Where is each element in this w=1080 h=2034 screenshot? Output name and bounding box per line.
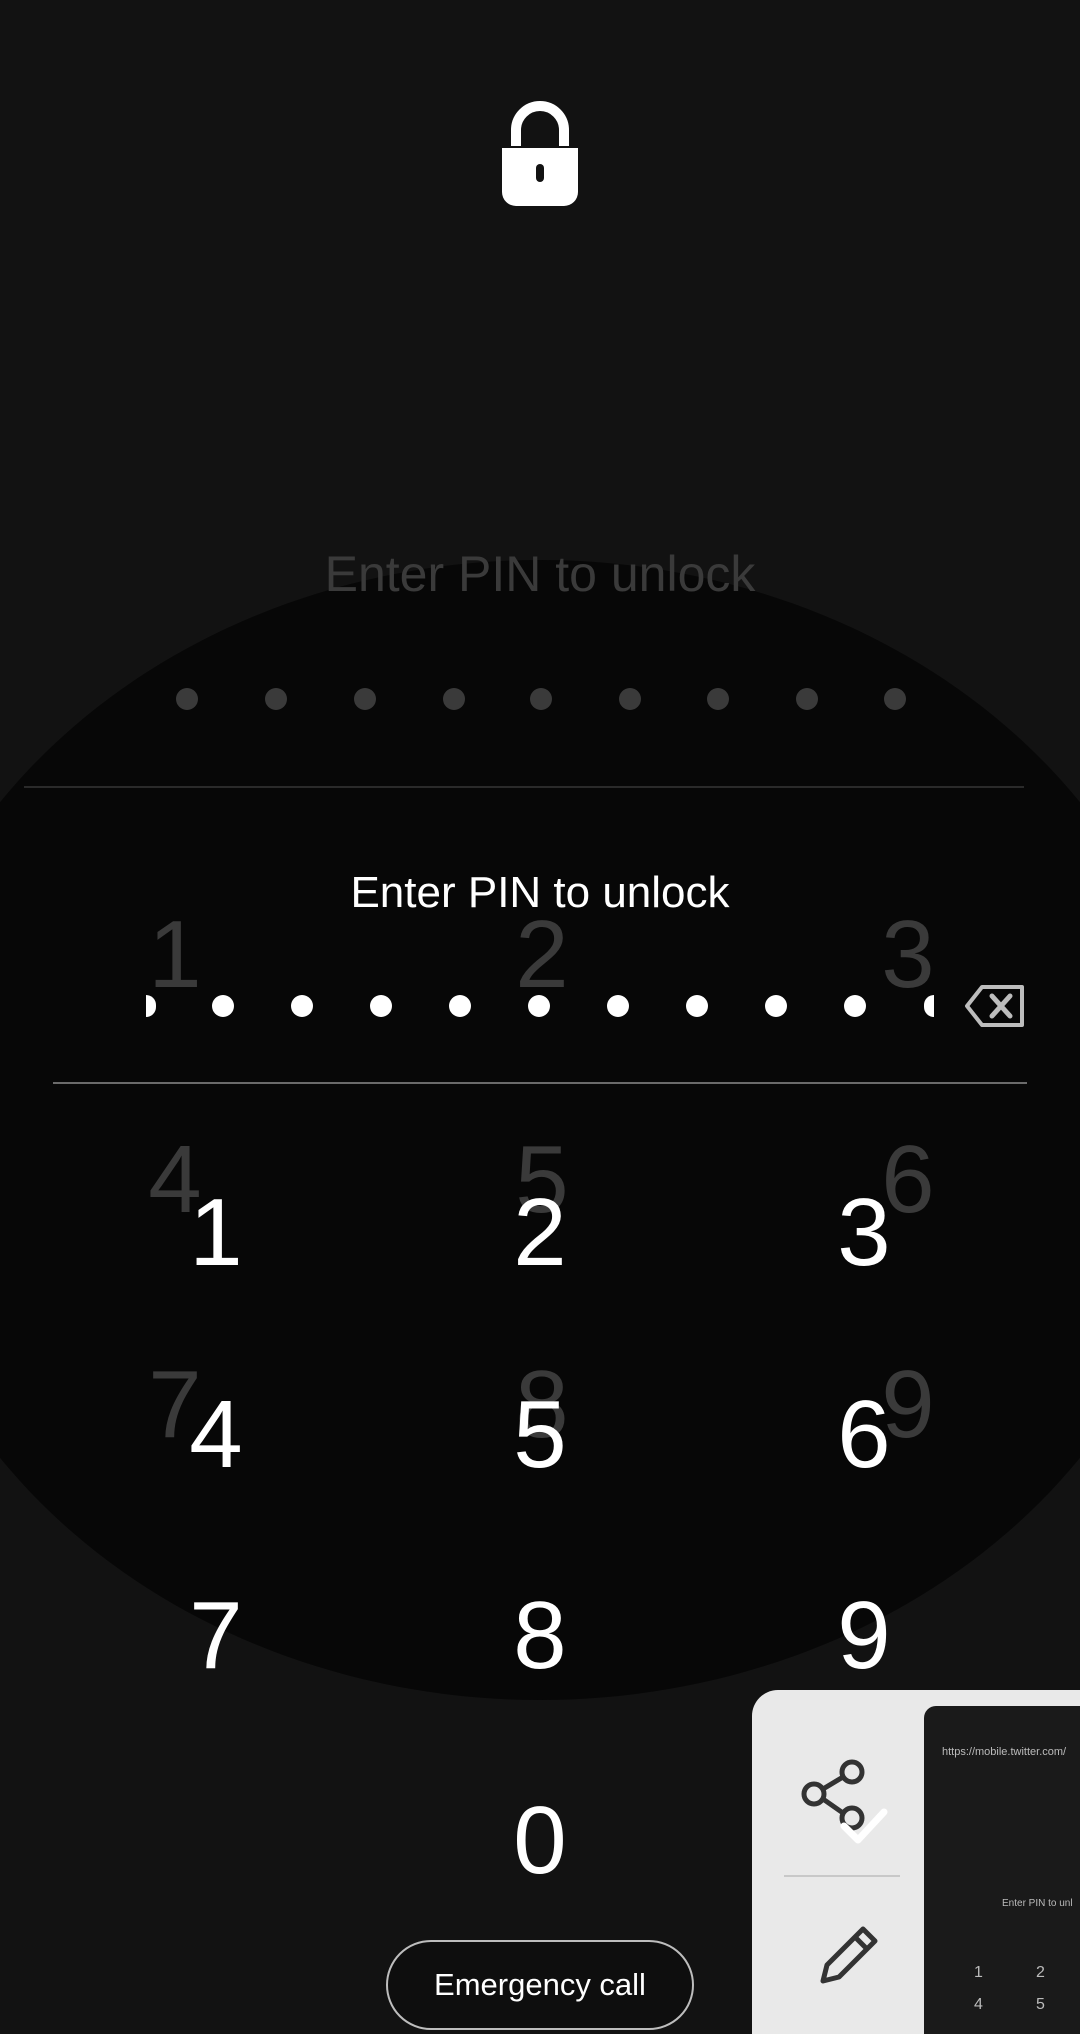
key-7[interactable]: 7 [106, 1561, 326, 1711]
thumbnail-key: 5 [1036, 1996, 1045, 2013]
ghost-divider [24, 786, 1024, 788]
lock-screen: Enter PIN to unlock 1 2 3 4 5 6 7 8 9 En… [0, 0, 1080, 2034]
pencil-icon [820, 1926, 878, 1984]
screenshot-thumbnail[interactable]: https://mobile.twitter.com/ Enter PIN to… [924, 1706, 1080, 2034]
key-5[interactable]: 5 [430, 1360, 650, 1510]
pin-dot [607, 995, 629, 1017]
pin-dot [212, 995, 234, 1017]
pin-dot [844, 995, 866, 1017]
key-2[interactable]: 2 [430, 1158, 650, 1308]
screenshot-toolbar: https://mobile.twitter.com/ Enter PIN to… [752, 1690, 1080, 2034]
key-9[interactable]: 9 [754, 1561, 974, 1711]
key-8[interactable]: 8 [430, 1561, 650, 1711]
toolbar-divider [784, 1875, 900, 1877]
backspace-icon[interactable] [964, 984, 1026, 1028]
pin-dot [528, 995, 550, 1017]
key-1[interactable]: 1 [106, 1158, 326, 1308]
thumbnail-key: 4 [974, 1996, 983, 2013]
thumbnail-key: 1 [974, 1964, 983, 1981]
emergency-call-button[interactable]: Emergency call [386, 1940, 694, 2030]
key-4[interactable]: 4 [106, 1360, 326, 1510]
ghost-pin-dot [443, 688, 465, 710]
thumbnail-url: https://mobile.twitter.com/ [942, 1746, 1067, 1758]
pin-dot [291, 995, 313, 1017]
lock-icon [502, 101, 578, 206]
ghost-prompt: Enter PIN to unlock [324, 546, 756, 602]
pin-divider [53, 1082, 1027, 1084]
ghost-pin-dot [530, 688, 552, 710]
pin-dot [765, 995, 787, 1017]
pin-dot [370, 995, 392, 1017]
ghost-pin-dot [796, 688, 818, 710]
share-button[interactable] [774, 1740, 924, 1870]
ghost-pin-dot [265, 688, 287, 710]
ghost-pin-dot [707, 688, 729, 710]
ghost-pin-dots [100, 688, 980, 716]
ghost-pin-dot [354, 688, 376, 710]
pin-dot-partial [924, 995, 934, 1017]
thumbnail-key: 2 [1036, 1964, 1045, 1981]
pin-prompt: Enter PIN to unlock [350, 868, 730, 917]
pin-dot-partial [146, 995, 156, 1017]
key-6[interactable]: 6 [754, 1360, 974, 1510]
pin-field[interactable] [140, 986, 940, 1026]
ghost-pin-dot [176, 688, 198, 710]
thumbnail-prompt: Enter PIN to unl [1002, 1898, 1073, 1909]
ghost-clock-circle [0, 560, 1080, 1700]
pin-dot [686, 995, 708, 1017]
share-icon [801, 1759, 888, 1844]
ghost-pin-dot [619, 688, 641, 710]
key-3[interactable]: 3 [754, 1158, 974, 1308]
edit-button[interactable] [774, 1890, 924, 2020]
pin-dot [449, 995, 471, 1017]
ghost-pin-dot [884, 688, 906, 710]
key-0[interactable]: 0 [430, 1766, 650, 1916]
